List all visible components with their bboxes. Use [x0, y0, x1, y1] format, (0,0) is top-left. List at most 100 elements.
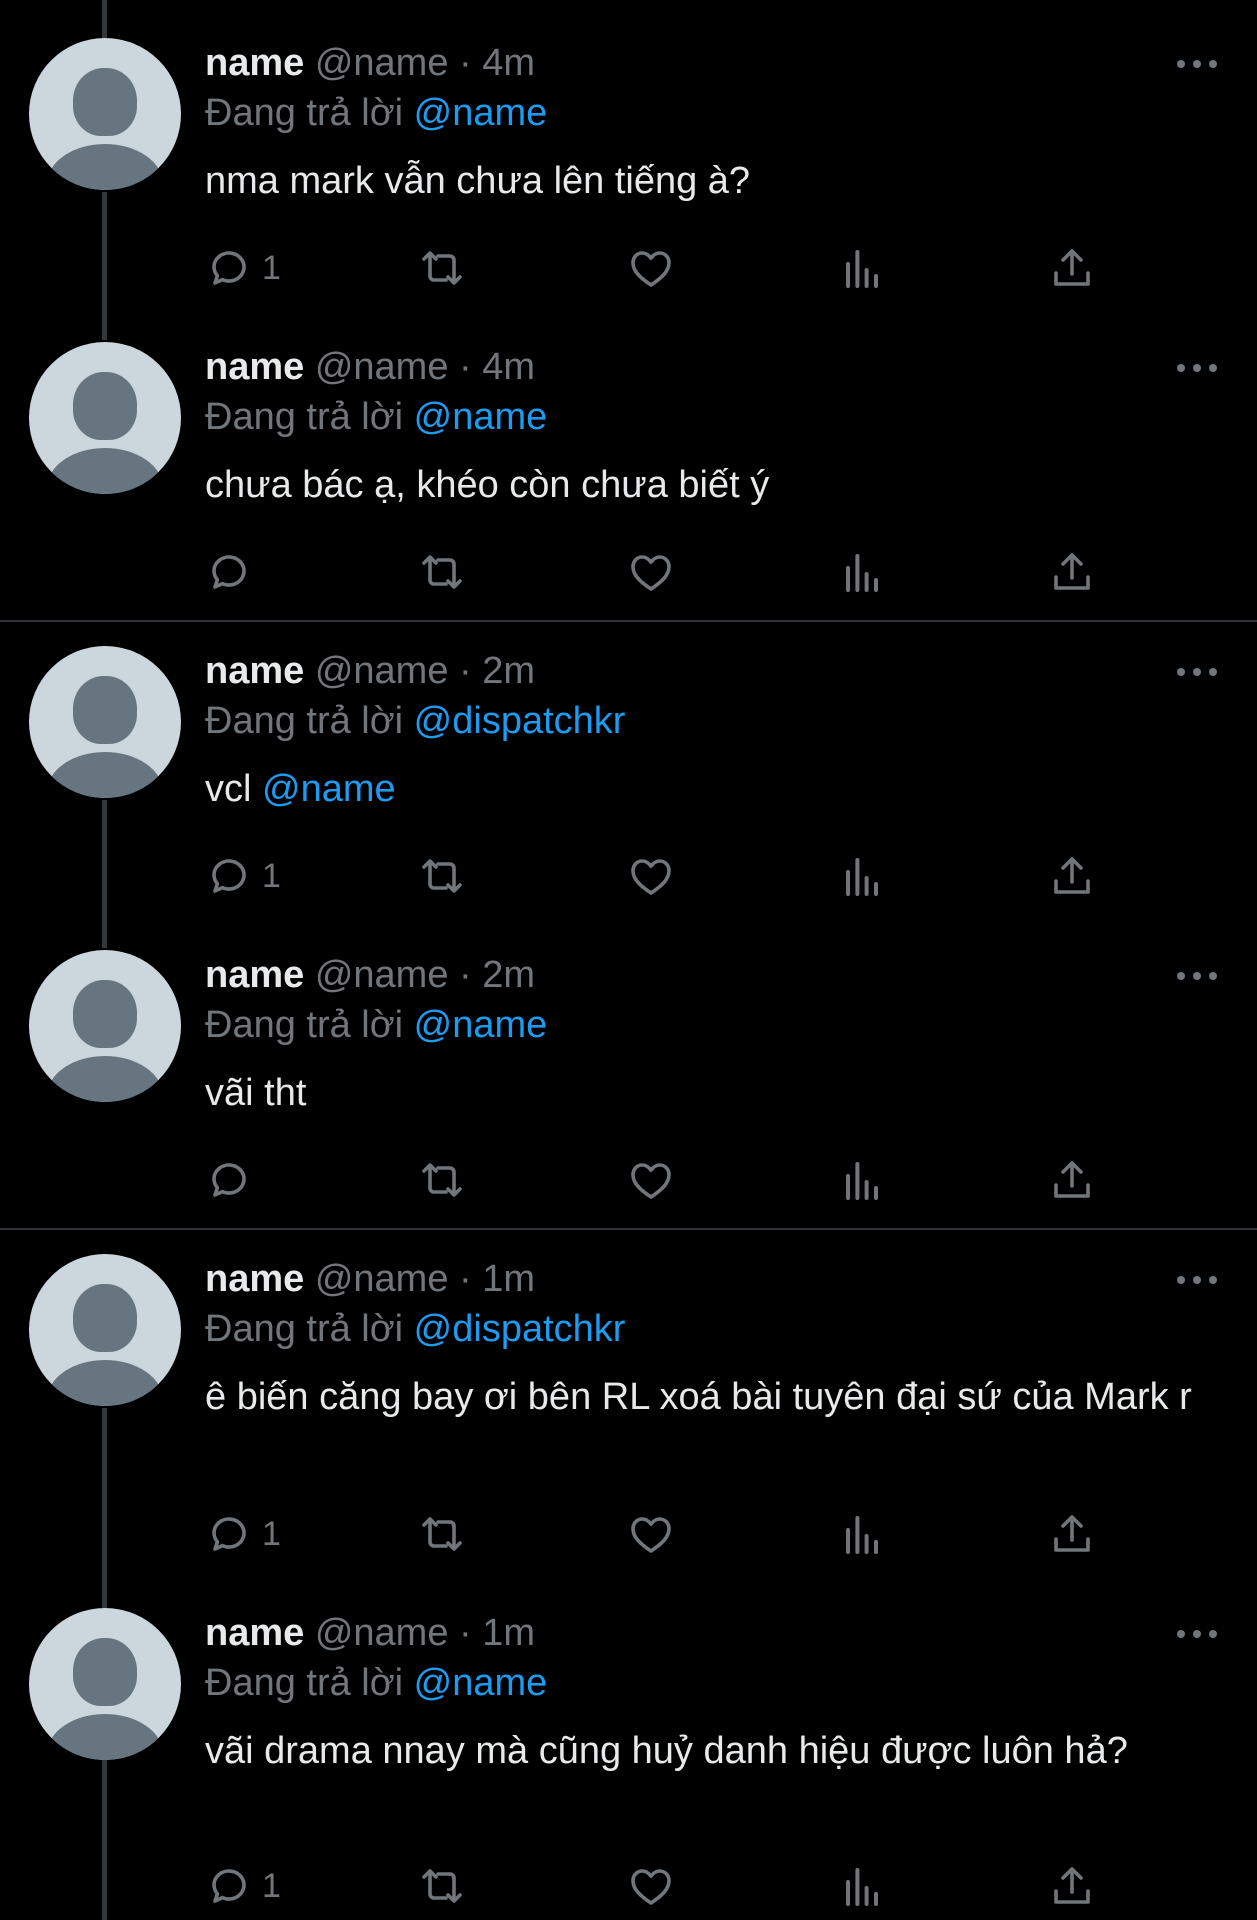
reply-count: 1 [262, 248, 281, 287]
timestamp[interactable]: 2m [482, 954, 535, 996]
views-button[interactable] [838, 1504, 886, 1564]
like-button[interactable] [627, 238, 675, 298]
retweet-button[interactable] [418, 846, 466, 906]
avatar[interactable] [29, 646, 181, 798]
user-handle[interactable]: @name [315, 346, 449, 388]
more-icon[interactable] [1177, 1274, 1217, 1286]
share-button[interactable] [1048, 1856, 1096, 1916]
share-button[interactable] [1048, 1504, 1096, 1564]
share-button[interactable] [1048, 846, 1096, 906]
retweet-icon [422, 1869, 462, 1903]
avatar[interactable] [29, 38, 181, 190]
share-icon [1054, 1161, 1090, 1198]
views-button[interactable] [838, 542, 886, 602]
views-icon [846, 250, 878, 288]
reply-icon [212, 555, 246, 589]
share-button[interactable] [1048, 542, 1096, 602]
display-name[interactable]: name [205, 1258, 304, 1300]
reply-button[interactable]: 1 [206, 1856, 281, 1916]
reply-button[interactable]: 1 [206, 1504, 281, 1564]
display-name[interactable]: name [205, 1612, 304, 1654]
like-icon [631, 1869, 671, 1905]
avatar[interactable] [29, 342, 181, 494]
reply-button[interactable] [206, 1150, 262, 1210]
retweet-button[interactable] [418, 1856, 466, 1916]
reply-button[interactable]: 1 [206, 238, 281, 298]
thread-line [102, 0, 107, 38]
tweet-text: vãi drama nnay mà cũng huỷ danh hiệu đượ… [205, 1726, 1195, 1776]
share-button[interactable] [1048, 238, 1096, 298]
reply-context: Đang trả lời @dispatchkr [205, 1304, 1205, 1354]
more-icon[interactable] [1177, 58, 1217, 70]
reply-to-mention[interactable]: @name [414, 92, 548, 134]
share-icon [1054, 553, 1090, 590]
reply-label: Đang trả lời [205, 92, 404, 134]
display-name[interactable]: name [205, 346, 304, 388]
separator-dot: · [459, 954, 472, 996]
avatar[interactable] [29, 1608, 181, 1760]
user-handle[interactable]: @name [315, 1258, 449, 1300]
reply-count: 1 [262, 1514, 281, 1553]
share-button[interactable] [1048, 1150, 1096, 1210]
tweet-header: name @name · 2m [205, 646, 1205, 696]
views-button[interactable] [838, 238, 886, 298]
timestamp[interactable]: 4m [482, 346, 535, 388]
more-icon[interactable] [1177, 1628, 1217, 1640]
retweet-icon [422, 1517, 462, 1551]
like-icon [631, 1163, 671, 1199]
like-button[interactable] [627, 1504, 675, 1564]
reply-label: Đang trả lời [205, 700, 404, 742]
tweet-text-body: vãi drama nnay mà cũng huỷ danh hiệu đượ… [205, 1730, 1128, 1772]
separator-dot: · [459, 42, 472, 84]
action-bar [0, 1150, 1257, 1210]
reply-context: Đang trả lời @name [205, 392, 1205, 442]
reply-to-mention[interactable]: @dispatchkr [414, 700, 626, 742]
like-button[interactable] [627, 542, 675, 602]
timestamp[interactable]: 4m [482, 42, 535, 84]
display-name[interactable]: name [205, 650, 304, 692]
separator-dot: · [459, 650, 472, 692]
user-handle[interactable]: @name [315, 954, 449, 996]
user-handle[interactable]: @name [315, 42, 449, 84]
like-button[interactable] [627, 846, 675, 906]
more-icon[interactable] [1177, 970, 1217, 982]
views-button[interactable] [838, 1150, 886, 1210]
divider [0, 620, 1257, 622]
user-handle[interactable]: @name [315, 1612, 449, 1654]
share-icon [1054, 857, 1090, 894]
reply-to-mention[interactable]: @name [414, 1662, 548, 1704]
display-name[interactable]: name [205, 42, 304, 84]
reply-to-mention[interactable]: @name [414, 396, 548, 438]
tweet-text-mention[interactable]: @name [262, 768, 396, 810]
timestamp[interactable]: 1m [482, 1612, 535, 1654]
action-bar [0, 542, 1257, 602]
like-button[interactable] [627, 1150, 675, 1210]
reply-to-mention[interactable]: @dispatchkr [414, 1308, 626, 1350]
reply-icon [212, 1869, 246, 1903]
retweet-icon [422, 859, 462, 893]
timestamp[interactable]: 2m [482, 650, 535, 692]
user-handle[interactable]: @name [315, 650, 449, 692]
avatar[interactable] [29, 1254, 181, 1406]
action-bar: 1 [0, 1504, 1257, 1564]
timestamp[interactable]: 1m [482, 1258, 535, 1300]
more-icon[interactable] [1177, 666, 1217, 678]
retweet-button[interactable] [418, 1150, 466, 1210]
reply-context: Đang trả lời @name [205, 1658, 1205, 1708]
views-button[interactable] [838, 846, 886, 906]
retweet-icon [422, 251, 462, 285]
retweet-button[interactable] [418, 238, 466, 298]
more-icon[interactable] [1177, 362, 1217, 374]
reply-to-mention[interactable]: @name [414, 1004, 548, 1046]
like-button[interactable] [627, 1856, 675, 1916]
reply-button[interactable] [206, 542, 262, 602]
display-name[interactable]: name [205, 954, 304, 996]
tweet-header: name @name · 2m [205, 950, 1205, 1000]
views-button[interactable] [838, 1856, 886, 1916]
tweet-header: name @name · 1m [205, 1254, 1205, 1304]
avatar[interactable] [29, 950, 181, 1102]
retweet-button[interactable] [418, 1504, 466, 1564]
reply-button[interactable]: 1 [206, 846, 281, 906]
reply-icon [212, 859, 246, 893]
retweet-button[interactable] [418, 542, 466, 602]
